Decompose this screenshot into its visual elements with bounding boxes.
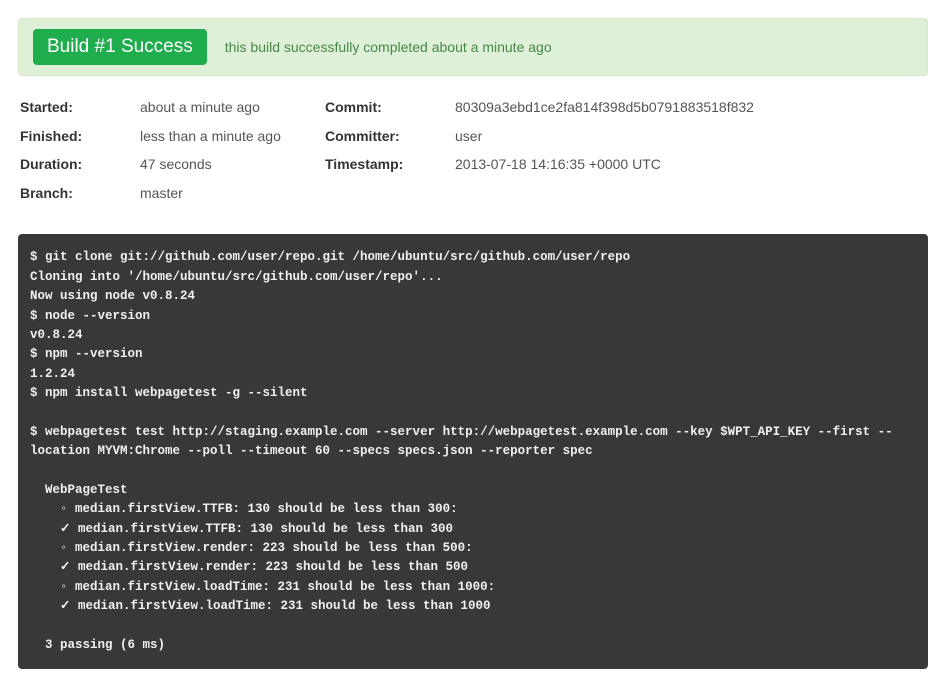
committer-label: Committer:	[325, 127, 455, 147]
metadata-row: Duration: 47 seconds	[20, 155, 325, 175]
finished-value: less than a minute ago	[140, 127, 281, 147]
build-status-message: this build successfully completed about …	[225, 39, 552, 55]
commit-value: 80309a3ebd1ce2fa814f398d5b0791883518f832	[455, 98, 754, 118]
build-status-alert: Build #1 Success this build successfully…	[18, 18, 928, 76]
branch-label: Branch:	[20, 184, 140, 204]
metadata-row: Started: about a minute ago	[20, 98, 325, 118]
metadata-row: Branch: master	[20, 184, 325, 204]
timestamp-label: Timestamp:	[325, 155, 455, 175]
metadata-left-column: Started: about a minute ago Finished: le…	[20, 98, 325, 212]
started-label: Started:	[20, 98, 140, 118]
build-log-terminal[interactable]: $ git clone git://github.com/user/repo.g…	[18, 234, 928, 669]
started-value: about a minute ago	[140, 98, 260, 118]
branch-value: master	[140, 184, 183, 204]
metadata-row: Commit: 80309a3ebd1ce2fa814f398d5b079188…	[325, 98, 926, 118]
build-metadata: Started: about a minute ago Finished: le…	[18, 98, 928, 212]
metadata-row: Finished: less than a minute ago	[20, 127, 325, 147]
metadata-right-column: Commit: 80309a3ebd1ce2fa814f398d5b079188…	[325, 98, 926, 212]
metadata-row: Committer: user	[325, 127, 926, 147]
build-status-badge: Build #1 Success	[33, 29, 207, 65]
metadata-row: Timestamp: 2013-07-18 14:16:35 +0000 UTC	[325, 155, 926, 175]
committer-value: user	[455, 127, 482, 147]
finished-label: Finished:	[20, 127, 140, 147]
timestamp-value: 2013-07-18 14:16:35 +0000 UTC	[455, 155, 661, 175]
duration-value: 47 seconds	[140, 155, 212, 175]
commit-label: Commit:	[325, 98, 455, 118]
duration-label: Duration:	[20, 155, 140, 175]
